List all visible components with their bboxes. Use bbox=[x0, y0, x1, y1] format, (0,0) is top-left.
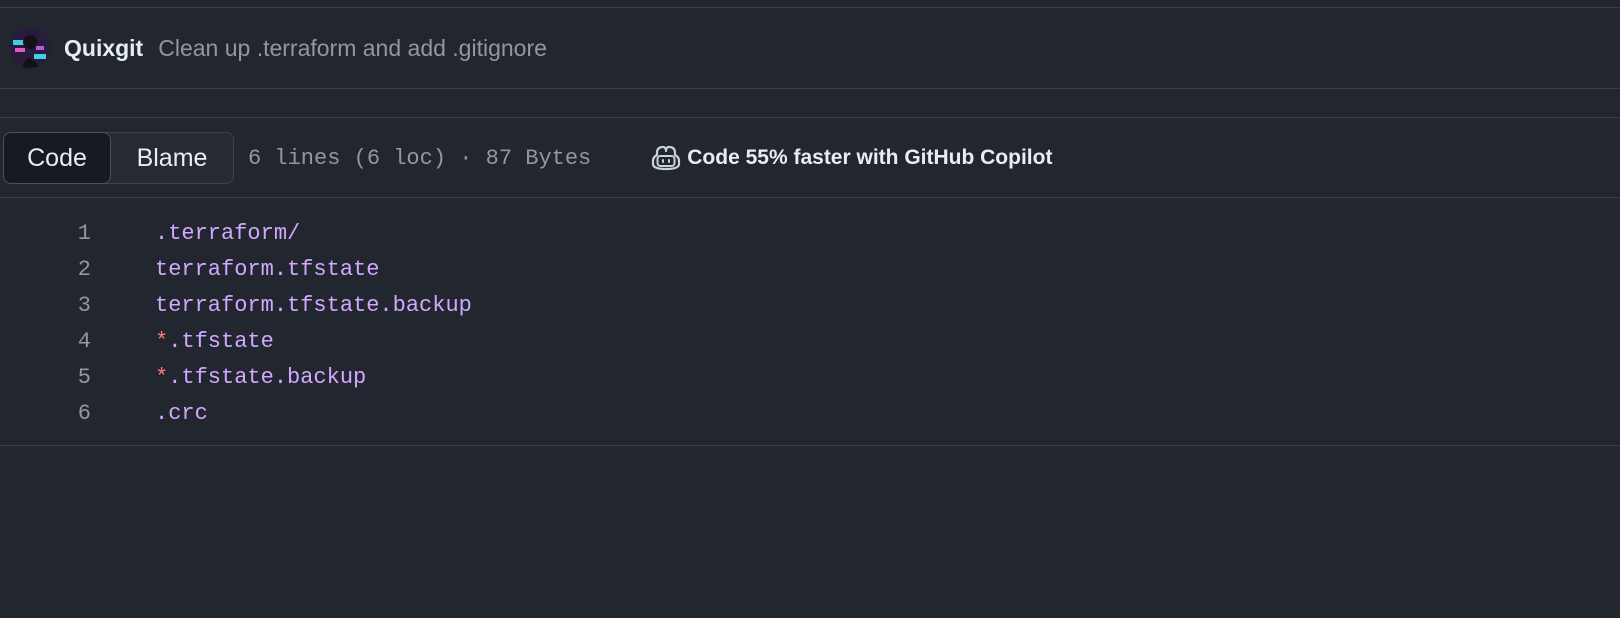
code-view: 1 .terraform/ 2 terraform.tfstate 3 terr… bbox=[0, 215, 1620, 431]
line-content: .crc bbox=[155, 401, 208, 426]
code-line: 1 .terraform/ bbox=[0, 215, 1620, 251]
line-number[interactable]: 3 bbox=[0, 293, 91, 318]
line-number[interactable]: 1 bbox=[0, 221, 91, 246]
latest-commit: Quixgit Clean up .terraform and add .git… bbox=[10, 28, 547, 68]
divider bbox=[0, 7, 1620, 8]
code-button[interactable]: Code bbox=[3, 132, 111, 184]
line-content: *.tfstate bbox=[155, 329, 274, 354]
line-content: .terraform/ bbox=[155, 221, 300, 246]
divider bbox=[0, 117, 1620, 118]
file-view: Quixgit Clean up .terraform and add .git… bbox=[0, 0, 1620, 618]
line-text: terraform.tfstate.backup bbox=[155, 292, 472, 318]
line-content: terraform.tfstate bbox=[155, 257, 379, 282]
line-number[interactable]: 4 bbox=[0, 329, 91, 354]
code-line: 6 .crc bbox=[0, 395, 1620, 431]
view-mode-toggle: Code Blame bbox=[3, 132, 234, 184]
code-line: 3 terraform.tfstate.backup bbox=[0, 287, 1620, 323]
line-number[interactable]: 2 bbox=[0, 257, 91, 282]
code-line: 2 terraform.tfstate bbox=[0, 251, 1620, 287]
line-number[interactable]: 6 bbox=[0, 401, 91, 426]
glob-star: * bbox=[155, 364, 169, 390]
line-text: .tfstate.backup bbox=[168, 364, 367, 390]
file-info: 6 lines (6 loc) · 87 Bytes bbox=[248, 145, 592, 171]
line-content: *.tfstate.backup bbox=[155, 365, 366, 390]
copilot-label: Code 55% faster with GitHub Copilot bbox=[687, 146, 1053, 169]
divider bbox=[0, 88, 1620, 89]
code-line: 5 *.tfstate.backup bbox=[0, 359, 1620, 395]
line-number[interactable]: 5 bbox=[0, 365, 91, 390]
commit-author[interactable]: Quixgit bbox=[64, 35, 143, 62]
glob-star: * bbox=[155, 328, 169, 354]
file-toolbar: Code Blame 6 lines (6 loc) · 87 Bytes Co… bbox=[3, 132, 1052, 184]
copilot-link[interactable]: Code 55% faster with GitHub Copilot bbox=[651, 144, 1052, 172]
commit-message[interactable]: Clean up .terraform and add .gitignore bbox=[158, 35, 547, 62]
line-text: .terraform/ bbox=[155, 220, 301, 246]
divider bbox=[0, 197, 1620, 198]
divider bbox=[0, 445, 1620, 446]
blame-button[interactable]: Blame bbox=[111, 133, 233, 183]
copilot-icon bbox=[652, 145, 681, 171]
line-content: terraform.tfstate.backup bbox=[155, 293, 472, 318]
line-text: .crc bbox=[155, 400, 208, 426]
code-line: 4 *.tfstate bbox=[0, 323, 1620, 359]
line-text: terraform.tfstate bbox=[155, 256, 380, 282]
avatar[interactable] bbox=[10, 28, 50, 68]
line-text: .tfstate bbox=[168, 328, 274, 354]
